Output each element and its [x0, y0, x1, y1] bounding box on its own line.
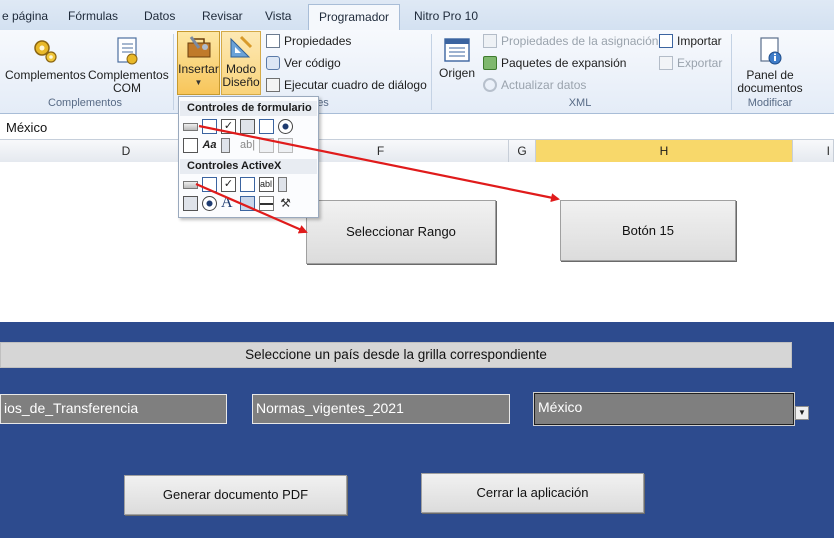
- arrow-to-seleccionar-rango: [195, 182, 308, 234]
- arrow-to-boton-15: [198, 124, 560, 203]
- annotation-arrows: [195, 124, 560, 234]
